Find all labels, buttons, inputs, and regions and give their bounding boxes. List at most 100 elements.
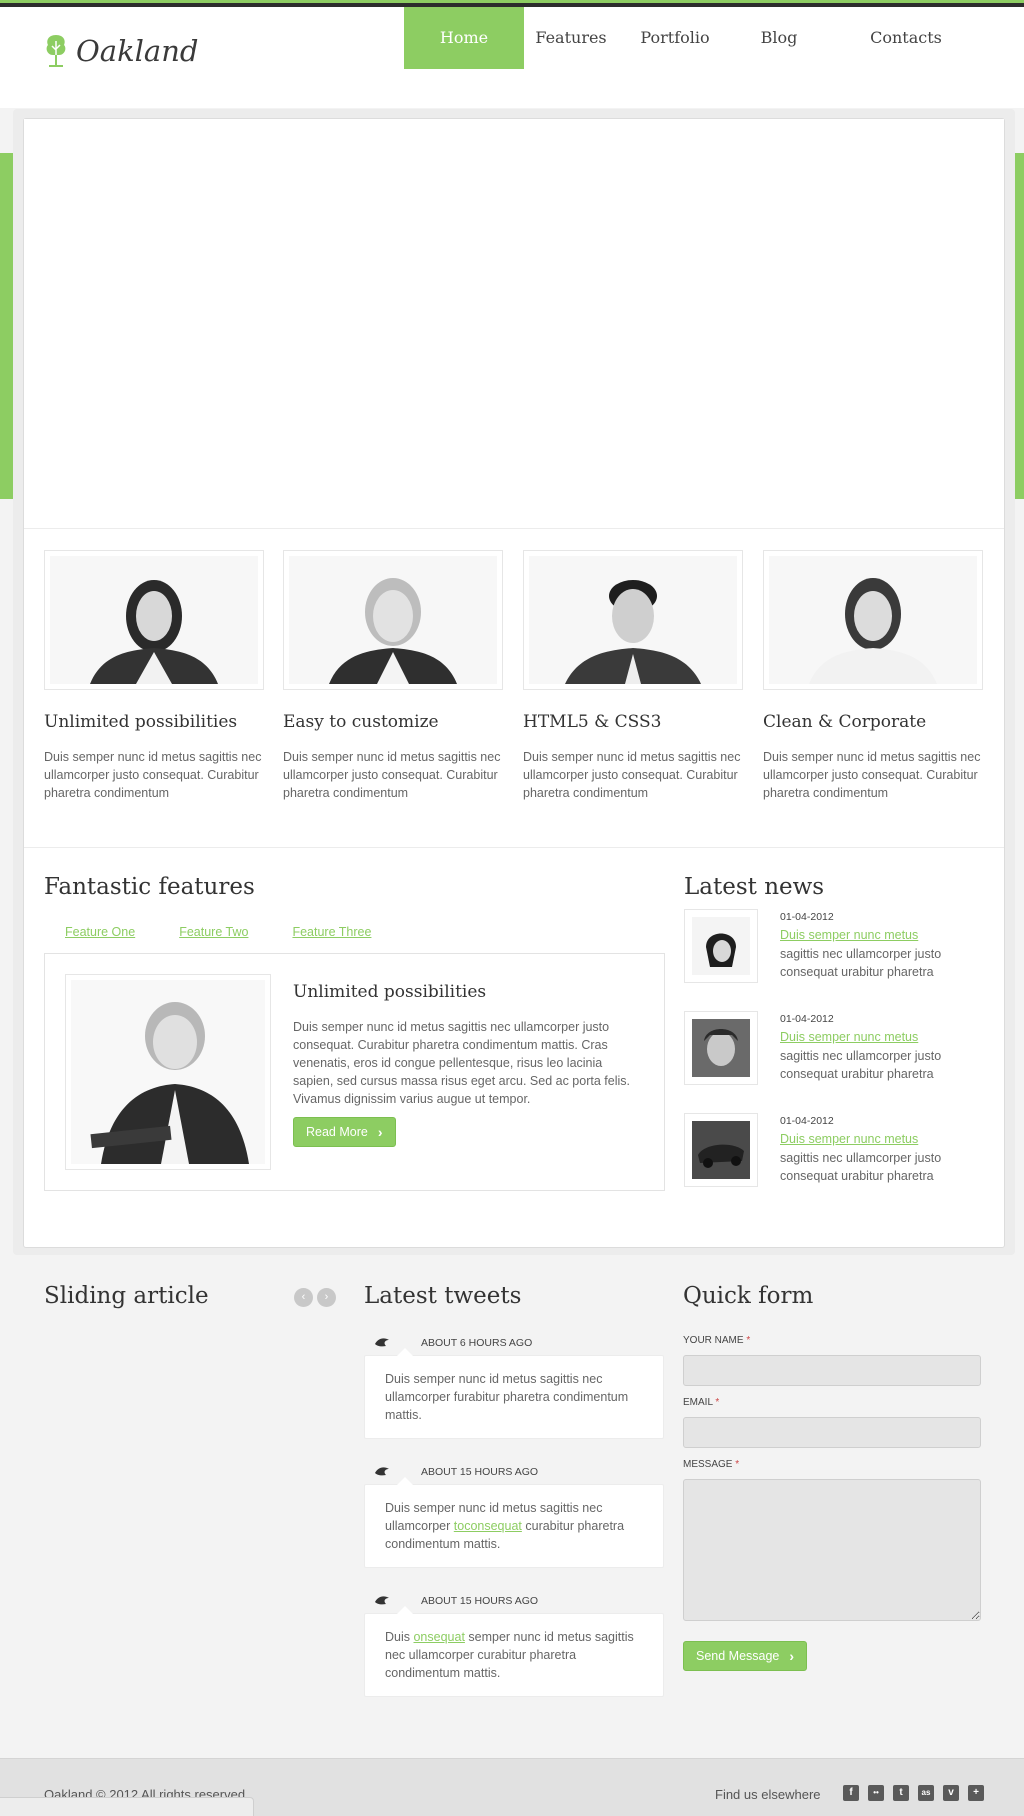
team-card-title: HTML5 & CSS3: [523, 712, 662, 732]
chevron-right-icon: ›: [789, 1648, 795, 1664]
send-message-button[interactable]: Send Message ›: [683, 1641, 808, 1671]
tweet-text-part: Duis semper nunc id metus sagittis nec u…: [385, 1372, 629, 1422]
twitter-icon[interactable]: t: [893, 1785, 909, 1801]
nav-item-features[interactable]: Features: [524, 7, 618, 69]
tweet-time: ABOUT 15 HOURS AGO: [421, 1595, 539, 1607]
social-links: f •• t as v +: [843, 1785, 984, 1801]
email-label-text: EMAIL: [683, 1397, 713, 1408]
required-mark: *: [735, 1459, 740, 1470]
news-text: sagittis nec ullamcorper justo consequat…: [780, 1049, 942, 1081]
team-card: Easy to customize Duis semper nunc id me…: [283, 550, 503, 802]
features-title: Fantastic features: [44, 874, 255, 900]
vimeo-icon[interactable]: v: [943, 1785, 959, 1801]
googleplus-icon[interactable]: +: [968, 1785, 984, 1801]
footer-tab: [0, 1797, 254, 1816]
tweet-link[interactable]: onsequat: [413, 1630, 464, 1644]
team-card-text: Duis semper nunc id metus sagittis nec u…: [283, 750, 501, 800]
feature-panel: Unlimited possibilities Duis semper nunc…: [44, 953, 665, 1191]
next-arrow-icon[interactable]: ›: [317, 1288, 336, 1307]
hero-slider[interactable]: [24, 119, 1004, 529]
team-card: Clean & Corporate Duis semper nunc id me…: [763, 550, 983, 802]
chevron-right-icon: ›: [377, 1124, 383, 1140]
feature-photo: [65, 974, 271, 1170]
lastfm-icon[interactable]: as: [918, 1785, 934, 1801]
nav-item-blog[interactable]: Blog: [732, 7, 826, 69]
top-accent-bar: [0, 0, 1024, 7]
section-divider: [24, 847, 1004, 848]
flickr-icon[interactable]: ••: [868, 1785, 884, 1801]
news-date: 01-04-2012: [780, 1115, 834, 1127]
feature-tabs: Feature One Feature Two Feature Three: [65, 925, 371, 939]
prev-arrow-icon[interactable]: ‹: [294, 1288, 313, 1307]
news-title: Latest news: [684, 874, 825, 900]
site-footer: Oakland © 2012 All rights reserved Find …: [0, 1758, 1024, 1816]
send-message-label: Send Message: [696, 1649, 780, 1663]
team-card-title: Unlimited possibilities: [44, 712, 238, 732]
tweet-time: ABOUT 15 HOURS AGO: [421, 1466, 539, 1478]
tweet-item: ABOUT 15 HOURS AGO Duis semper nunc id m…: [364, 1460, 664, 1568]
team-card-title: Clean & Corporate: [763, 712, 927, 732]
twitter-bird-icon: [375, 1467, 389, 1476]
tweet-text: Duis semper nunc id metus sagittis nec u…: [364, 1477, 664, 1568]
team-photo: [763, 550, 983, 690]
team-card-text: Duis semper nunc id metus sagittis nec u…: [44, 750, 262, 800]
quick-form-title: Quick form: [683, 1283, 814, 1309]
tweet-text: Duis semper nunc id metus sagittis nec u…: [364, 1348, 664, 1439]
tweet-text: Duis onsequat semper nunc id metus sagit…: [364, 1606, 664, 1697]
email-label: EMAIL *: [683, 1397, 719, 1408]
team-card: Unlimited possibilities Duis semper nunc…: [44, 550, 264, 802]
news-link[interactable]: Duis semper nunc metus: [780, 1132, 918, 1146]
feature-panel-title: Unlimited possibilities: [293, 982, 487, 1002]
nav-item-portfolio[interactable]: Portfolio: [618, 7, 732, 69]
brand-name: Oakland: [76, 34, 199, 68]
feature-panel-text: Duis semper nunc id metus sagittis nec u…: [293, 1020, 630, 1106]
news-link[interactable]: Duis semper nunc metus: [780, 1030, 918, 1044]
news-date: 01-04-2012: [780, 1013, 834, 1025]
team-card-text: Duis semper nunc id metus sagittis nec u…: [763, 750, 981, 800]
tweet-item: ABOUT 6 HOURS AGO Duis semper nunc id me…: [364, 1331, 664, 1439]
nav-item-contacts[interactable]: Contacts: [826, 7, 986, 69]
team-photo: [523, 550, 743, 690]
name-label: YOUR NAME *: [683, 1335, 750, 1346]
tweet-item: ABOUT 15 HOURS AGO Duis onsequat semper …: [364, 1589, 664, 1697]
team-card: HTML5 & CSS3 Duis semper nunc id metus s…: [523, 550, 743, 802]
name-field[interactable]: [683, 1355, 981, 1386]
news-text: sagittis nec ullamcorper justo consequat…: [780, 947, 942, 979]
name-label-text: YOUR NAME: [683, 1335, 744, 1346]
email-field[interactable]: [683, 1417, 981, 1448]
news-date: 01-04-2012: [780, 911, 834, 923]
news-thumbnail[interactable]: [684, 909, 758, 983]
main-nav: Home Features Portfolio Blog Contacts: [404, 7, 986, 69]
message-field[interactable]: [683, 1479, 981, 1621]
read-more-button[interactable]: Read More ›: [293, 1117, 396, 1147]
site-header: Oakland Home Features Portfolio Blog Con…: [0, 7, 1024, 108]
tab-feature-one[interactable]: Feature One: [65, 925, 135, 939]
message-label-text: MESSAGE: [683, 1459, 733, 1470]
tweet-time: ABOUT 6 HOURS AGO: [421, 1337, 533, 1349]
find-us-text: Find us elsewhere: [715, 1787, 821, 1802]
message-label: MESSAGE *: [683, 1459, 739, 1470]
news-thumbnail[interactable]: [684, 1011, 758, 1085]
tweets-title: Latest tweets: [364, 1283, 522, 1309]
news-thumbnail[interactable]: [684, 1113, 758, 1187]
required-mark: *: [715, 1397, 720, 1408]
nav-item-home[interactable]: Home: [404, 7, 524, 69]
team-photo: [44, 550, 264, 690]
tweet-text-part: Duis: [385, 1630, 414, 1644]
required-mark: *: [746, 1335, 751, 1346]
main-content: Unlimited possibilities Duis semper nunc…: [23, 118, 1005, 1248]
tree-logo-icon: [46, 35, 66, 67]
news-link[interactable]: Duis semper nunc metus: [780, 928, 918, 942]
team-card-text: Duis semper nunc id metus sagittis nec u…: [523, 750, 741, 800]
twitter-bird-icon: [375, 1338, 389, 1347]
tab-feature-two[interactable]: Feature Two: [179, 925, 248, 939]
logo[interactable]: Oakland: [44, 33, 198, 69]
read-more-label: Read More: [306, 1125, 368, 1139]
facebook-icon[interactable]: f: [843, 1785, 859, 1801]
news-text: sagittis nec ullamcorper justo consequat…: [780, 1151, 942, 1183]
tab-feature-three[interactable]: Feature Three: [292, 925, 371, 939]
tweet-link[interactable]: toconsequat: [454, 1519, 522, 1533]
team-card-title: Easy to customize: [283, 712, 439, 732]
team-photo: [283, 550, 503, 690]
sliding-article-title: Sliding article: [44, 1283, 209, 1309]
